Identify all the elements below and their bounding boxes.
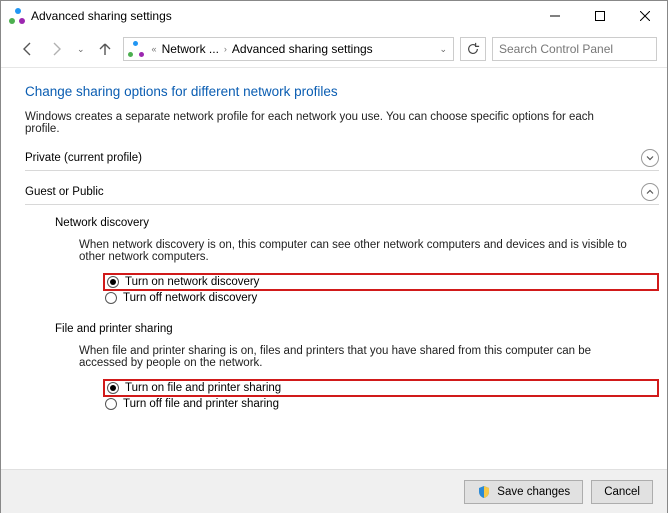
radio-network-discovery-off[interactable]: Turn off network discovery <box>103 291 659 305</box>
search-placeholder: Search Control Panel <box>499 42 613 56</box>
network-discovery-heading: Network discovery <box>55 217 659 229</box>
radio-label: Turn off file and printer sharing <box>123 398 279 410</box>
file-printer-heading: File and printer sharing <box>55 323 659 335</box>
network-discovery-desc: When network discovery is on, this compu… <box>79 239 639 263</box>
search-input[interactable]: Search Control Panel <box>492 37 657 61</box>
section-private-label: Private (current profile) <box>25 152 142 164</box>
chevron-down-icon[interactable] <box>641 149 659 167</box>
control-panel-icon <box>9 8 25 24</box>
footer: Save changes Cancel <box>1 469 667 513</box>
navbar: ⌄ « Network ... › Advanced sharing setti… <box>1 31 667 67</box>
radio-label: Turn off network discovery <box>123 292 257 304</box>
radio-network-discovery-on[interactable]: Turn on network discovery <box>103 273 659 291</box>
radio-icon <box>107 382 119 394</box>
cancel-label: Cancel <box>604 486 640 498</box>
radio-file-printer-on[interactable]: Turn on file and printer sharing <box>103 379 659 397</box>
up-button[interactable] <box>93 37 117 61</box>
recent-dropdown-icon[interactable]: ⌄ <box>77 44 85 55</box>
content-area: Change sharing options for different net… <box>1 67 667 469</box>
maximize-button[interactable] <box>577 1 622 31</box>
breadcrumb-advanced-sharing[interactable]: Advanced sharing settings <box>231 42 374 56</box>
address-dropdown-icon[interactable]: ⌄ <box>439 44 447 55</box>
section-guest-public[interactable]: Guest or Public <box>25 183 659 205</box>
radio-label: Turn on network discovery <box>125 276 259 288</box>
radio-file-printer-off[interactable]: Turn off file and printer sharing <box>103 397 659 411</box>
address-bar[interactable]: « Network ... › Advanced sharing setting… <box>123 37 454 61</box>
chevron-right-icon: › <box>220 44 231 54</box>
back-button[interactable] <box>15 37 39 61</box>
radio-label: Turn on file and printer sharing <box>125 382 281 394</box>
save-label: Save changes <box>497 486 570 498</box>
cancel-button[interactable]: Cancel <box>591 480 653 504</box>
radio-icon <box>105 398 117 410</box>
page-intro: Windows creates a separate network profi… <box>25 111 615 135</box>
location-icon <box>128 41 144 57</box>
page-heading: Change sharing options for different net… <box>25 84 659 99</box>
radio-icon <box>107 276 119 288</box>
minimize-button[interactable] <box>532 1 577 31</box>
close-button[interactable] <box>622 1 667 31</box>
window-title: Advanced sharing settings <box>31 9 532 23</box>
breadcrumb-network[interactable]: Network ... <box>161 42 220 56</box>
forward-button[interactable] <box>45 37 69 61</box>
chevron-up-icon[interactable] <box>641 183 659 201</box>
chevron-left-icon: « <box>148 44 161 54</box>
section-private[interactable]: Private (current profile) <box>25 149 659 171</box>
titlebar: Advanced sharing settings <box>1 1 667 31</box>
section-guest-label: Guest or Public <box>25 186 104 198</box>
file-printer-desc: When file and printer sharing is on, fil… <box>79 345 639 369</box>
refresh-button[interactable] <box>460 37 486 61</box>
radio-icon <box>105 292 117 304</box>
save-changes-button[interactable]: Save changes <box>464 480 583 504</box>
shield-icon <box>477 485 491 499</box>
